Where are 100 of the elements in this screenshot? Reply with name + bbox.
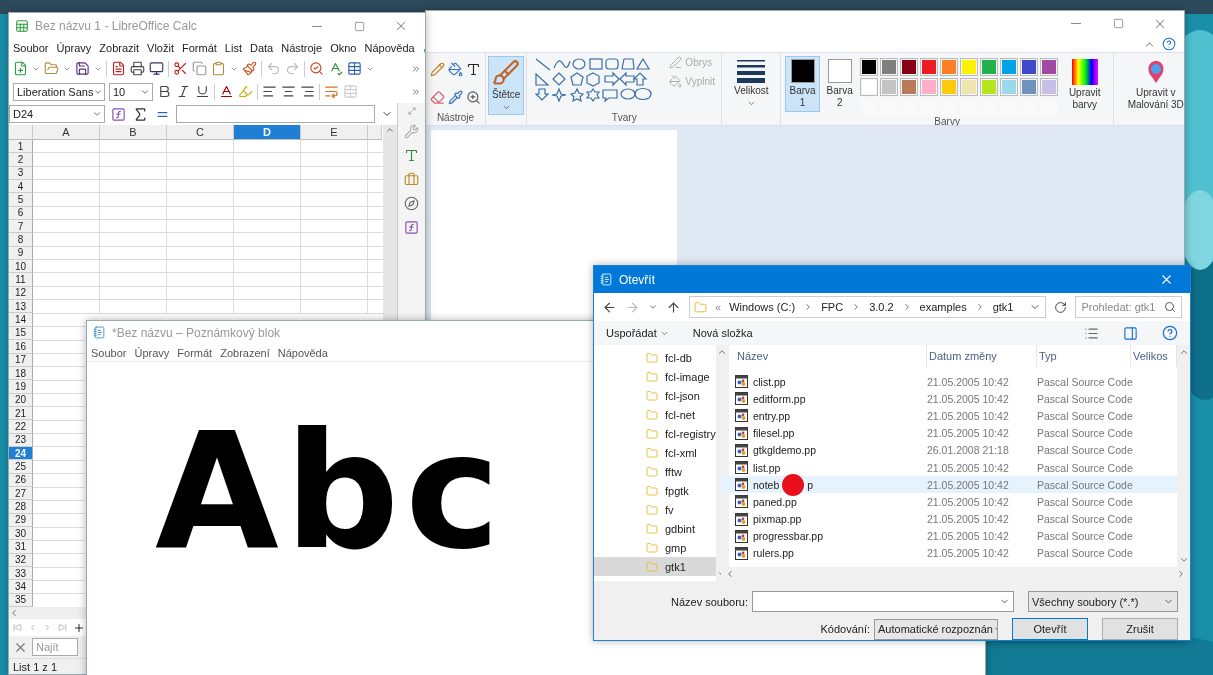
color-swatch[interactable] (959, 78, 978, 96)
paint-3d-button[interactable]: Upravit v Malování 3D (1119, 56, 1184, 114)
row-header[interactable]: 34 (9, 580, 33, 594)
folder-item[interactable]: gdbint (594, 519, 716, 538)
folder-item[interactable]: fv (594, 500, 716, 519)
sidebar-icon[interactable] (407, 107, 416, 115)
column-header[interactable]: Typ (1037, 345, 1131, 367)
menu-item[interactable]: Soubor (13, 42, 49, 54)
pencil-icon[interactable] (430, 62, 445, 77)
row-header[interactable]: 4 (9, 180, 33, 194)
file-row[interactable]: entry.pp 21.05.2005 10:42 Pascal Source Code (721, 407, 1177, 425)
row-header[interactable]: 22 (9, 420, 33, 434)
scroll-up-icon[interactable] (1178, 347, 1189, 357)
forward-icon[interactable] (625, 299, 640, 315)
file-row[interactable]: pixmap.pp 21.05.2005 10:42 Pascal Source Code (721, 510, 1177, 528)
folder-item[interactable]: fcl-net (594, 405, 716, 424)
address-bar[interactable]: « Windows (C:) FPC 3.0.2 examples gtk1 (689, 296, 1047, 318)
menu-item[interactable]: Okno (330, 42, 357, 54)
function-icon[interactable] (404, 220, 419, 235)
folder-item[interactable]: fcl-image (594, 367, 716, 386)
menu-item[interactable]: Úpravy (56, 42, 92, 54)
align-center-icon[interactable] (281, 84, 296, 99)
bold-icon[interactable] (157, 84, 172, 99)
folder-item[interactable]: gmp (594, 538, 716, 557)
edit-colors-button[interactable]: Upravit barvy (1060, 56, 1109, 114)
paintbrush-icon[interactable] (242, 61, 257, 76)
scissors-icon[interactable] (173, 61, 188, 76)
column-header[interactable]: Název (735, 345, 927, 367)
file-row[interactable]: clist.pp 21.05.2005 10:42 Pascal Source Code (721, 373, 1177, 391)
new-folder-button[interactable]: Nová složka (692, 327, 753, 339)
previous-sheet-icon[interactable] (28, 623, 37, 632)
preview-pane-icon[interactable] (1123, 325, 1138, 341)
column-header[interactable]: A (33, 125, 100, 140)
spellcheck-icon[interactable] (328, 61, 343, 76)
scroll-down-icon[interactable] (1178, 555, 1189, 565)
align-left-icon[interactable] (262, 84, 277, 99)
file-row[interactable]: filesel.pp 21.05.2005 10:42 Pascal Source Code (721, 424, 1177, 442)
size-button[interactable]: Velikost (730, 56, 773, 111)
back-icon[interactable] (602, 299, 617, 315)
find-icon[interactable] (309, 61, 324, 76)
column-header[interactable]: C (167, 125, 234, 140)
column-header[interactable]: D (234, 125, 301, 140)
color-swatch[interactable] (999, 78, 1018, 96)
menu-item[interactable]: Nástroje (281, 42, 323, 54)
file-row[interactable]: list.pp 21.05.2005 10:42 Pascal Source Code (721, 458, 1177, 477)
row-header[interactable]: 11 (9, 273, 33, 287)
color-slot-button[interactable]: Barva 1 (785, 56, 820, 112)
row-header[interactable]: 7 (9, 220, 33, 234)
more-icon[interactable] (411, 86, 421, 97)
compass-icon[interactable] (404, 196, 419, 211)
color-swatch[interactable] (899, 78, 918, 96)
folder-item[interactable]: fftw (594, 462, 716, 481)
underline-icon[interactable] (195, 84, 210, 99)
color-swatch[interactable] (1039, 58, 1058, 76)
color-swatch[interactable] (999, 58, 1018, 76)
document-icon[interactable] (111, 61, 126, 76)
column-header[interactable]: Datum změny (927, 345, 1037, 367)
menu-item[interactable]: Zobrazit (99, 42, 140, 54)
color-slot-button[interactable]: Barva 2 (822, 56, 857, 112)
folder-item[interactable]: fcl-registry (594, 424, 716, 443)
column-header[interactable]: E (301, 125, 368, 140)
folder-item[interactable]: fcl-db (594, 348, 716, 367)
file-type-select[interactable]: Všechny soubory (*.*) (1028, 591, 1178, 612)
folder-item[interactable]: fcl-xml (594, 443, 716, 462)
dialog-button[interactable]: Zrušit (1102, 618, 1178, 640)
folder-item[interactable]: fpgtk (594, 481, 716, 500)
first-sheet-icon[interactable] (13, 623, 22, 632)
row-header[interactable]: 33 (9, 567, 33, 581)
color-swatch[interactable] (859, 58, 878, 76)
scroll-right-icon[interactable] (1176, 569, 1186, 579)
row-header[interactable]: 8 (9, 233, 33, 247)
next-sheet-icon[interactable] (43, 623, 52, 632)
row-header[interactable]: 2 (9, 153, 33, 167)
row-header[interactable]: 16 (9, 340, 33, 354)
color-swatch[interactable] (1039, 78, 1058, 96)
file-row[interactable]: progressbar.pp 21.05.2005 10:42 Pascal Source Code (721, 527, 1177, 545)
merge-cells-icon[interactable] (343, 84, 358, 99)
color-swatch[interactable] (1019, 58, 1038, 76)
monitor-icon[interactable] (149, 61, 164, 76)
redo-icon[interactable] (285, 61, 300, 76)
color-swatch[interactable] (879, 78, 898, 96)
menu-item[interactable]: Nápověda (364, 42, 415, 54)
file-row[interactable]: gtkgldemo.pp 26.01.2008 21:18 Pascal Source Code (721, 441, 1177, 459)
encoding-select[interactable]: Automatické rozpoznán (874, 618, 998, 640)
menu-item[interactable]: Data (249, 42, 274, 54)
menu-item[interactable]: Zobrazení (220, 346, 270, 359)
breadcrumb-item[interactable]: Windows (C:) (729, 301, 796, 313)
header-corner[interactable] (9, 125, 33, 140)
menu-item[interactable]: Formát (177, 346, 213, 359)
color-swatch[interactable] (979, 78, 998, 96)
up-icon[interactable] (666, 299, 681, 315)
folder-item[interactable]: fcl-json (594, 386, 716, 405)
italic-icon[interactable] (176, 84, 191, 99)
more-icon[interactable] (411, 63, 421, 74)
menu-item[interactable]: Vložit (147, 42, 174, 54)
recent-icon[interactable] (648, 302, 658, 312)
file-row[interactable]: paned.pp 21.05.2005 10:42 Pascal Source Code (721, 493, 1177, 511)
path-overflow[interactable]: « (715, 301, 722, 313)
font-color-icon[interactable] (219, 84, 234, 99)
scroll-left-icon[interactable] (725, 569, 735, 579)
